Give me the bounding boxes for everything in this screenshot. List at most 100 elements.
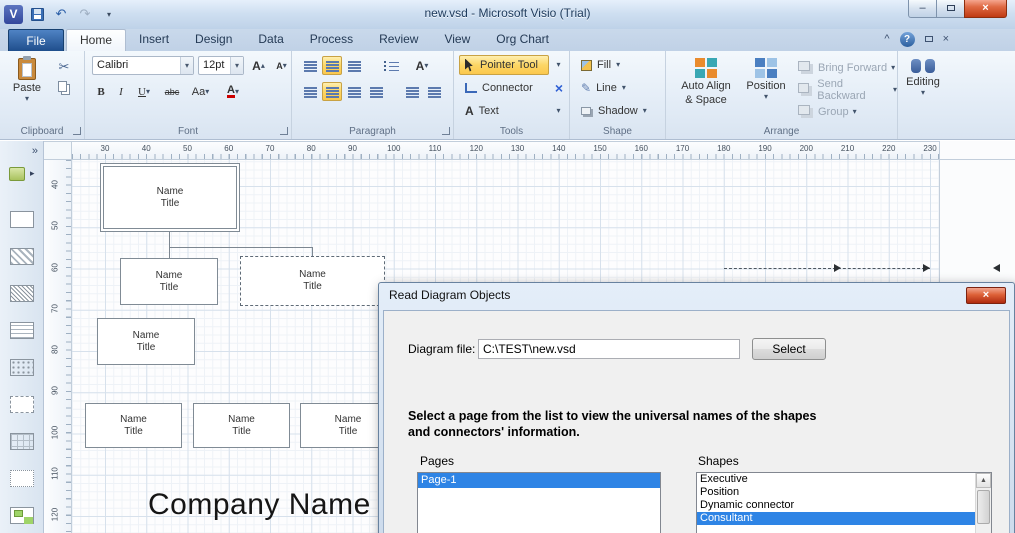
connector-tool-button[interactable]: Connector xyxy=(459,78,549,98)
shadow-button[interactable]: Shadow ▾ xyxy=(575,101,661,121)
doc-restore-button[interactable] xyxy=(924,31,933,47)
text-tool-button[interactable]: A Text xyxy=(459,101,549,121)
select-button[interactable]: Select xyxy=(752,338,826,360)
stencil-master-icon[interactable] xyxy=(9,396,34,413)
dynamic-connector-selected[interactable] xyxy=(724,268,930,269)
shrink-font-button[interactable]: A ▾ xyxy=(271,56,292,75)
dialog-launcher-icon[interactable] xyxy=(442,127,450,135)
align-right-icon xyxy=(347,86,361,97)
font-size-select[interactable]: 12pt ▾ xyxy=(198,56,244,75)
dialog-launcher-icon[interactable] xyxy=(280,127,288,135)
stencil-master-icon[interactable] xyxy=(9,285,34,302)
text-tool-dropdown[interactable]: ▾ xyxy=(551,101,566,121)
text-direction-button[interactable]: A ▾ xyxy=(410,56,434,75)
stencil-master-icon[interactable] xyxy=(9,433,34,450)
connection-point-tool-button[interactable]: × xyxy=(551,78,567,98)
align-right-button[interactable] xyxy=(344,82,364,101)
shapes-list-item[interactable]: Dynamic connector xyxy=(697,499,975,512)
pointer-tool-button[interactable]: Pointer Tool xyxy=(459,55,549,75)
decrease-indent-button[interactable] xyxy=(402,82,422,101)
dialog-launcher-icon[interactable] xyxy=(73,127,81,135)
stencil-master-icon[interactable] xyxy=(9,248,34,265)
tab-process[interactable]: Process xyxy=(297,29,366,51)
org-chart-shape-double[interactable]: Name Title xyxy=(100,163,240,232)
close-button[interactable]: × xyxy=(964,0,1007,18)
shapes-listbox[interactable]: Executive Position Dynamic connector Consul… xyxy=(696,472,992,533)
font-color-button[interactable]: A ▾ xyxy=(219,82,247,101)
line-button[interactable]: ✎ Line ▾ xyxy=(575,78,653,98)
strikethrough-button[interactable]: abc xyxy=(160,82,184,101)
align-center-button[interactable] xyxy=(322,82,342,101)
pages-list-item[interactable]: Page-1 xyxy=(418,473,660,488)
restore-button[interactable] xyxy=(936,0,965,18)
bullets-button[interactable] xyxy=(380,56,402,75)
align-top-button[interactable] xyxy=(300,56,320,75)
scroll-up-icon[interactable]: ▲ xyxy=(976,473,991,488)
stencil-master-icon[interactable] xyxy=(9,359,34,376)
shapes-list-item[interactable]: Consultant xyxy=(697,512,975,525)
chevron-down-icon: ▾ xyxy=(892,84,897,94)
align-left-button[interactable] xyxy=(300,82,320,101)
tab-file[interactable]: File xyxy=(8,29,64,51)
italic-button[interactable]: I xyxy=(112,82,130,101)
v-ruler[interactable]: 40 50 60 70 80 90 100 110 120 xyxy=(44,160,72,533)
stencil-master-icon[interactable] xyxy=(9,211,34,228)
org-chart-shape-solid[interactable]: Name Title xyxy=(85,403,182,448)
org-chart-shape-solid[interactable]: Name Title xyxy=(193,403,290,448)
shapes-scrollbar[interactable]: ▲ xyxy=(975,473,991,533)
paste-button[interactable]: Paste ▾ xyxy=(5,54,49,120)
font-family-select[interactable]: Calibri ▾ xyxy=(92,56,194,75)
org-chart-shape-solid[interactable]: Name Title xyxy=(97,318,195,365)
fill-button[interactable]: Fill ▾ xyxy=(575,55,653,75)
justify-button[interactable] xyxy=(366,82,386,101)
align-middle-button[interactable] xyxy=(322,56,342,75)
expand-shapes-panel-button[interactable]: » xyxy=(32,145,38,157)
stencil-master-icon[interactable] xyxy=(9,507,34,524)
scrollbar-thumb[interactable] xyxy=(977,490,990,524)
cut-button[interactable]: ✂ xyxy=(54,57,74,76)
position-button[interactable]: Position ▾ xyxy=(740,54,792,122)
change-case-button[interactable]: Aa ▾ xyxy=(187,82,214,101)
tab-data[interactable]: Data xyxy=(245,29,296,51)
tab-home[interactable]: Home xyxy=(66,29,127,51)
group-label-text: Group xyxy=(818,105,849,118)
editing-button[interactable]: Editing ▾ xyxy=(902,55,944,125)
tab-review[interactable]: Review xyxy=(366,29,431,51)
group-button[interactable]: Group ▾ xyxy=(798,102,857,121)
shapes-list-item[interactable]: Position xyxy=(697,486,975,499)
grow-font-button[interactable]: A ▴ xyxy=(248,56,269,75)
shapes-list-item[interactable]: Executive xyxy=(697,473,975,486)
org-chart-shape-dashed[interactable]: Name Title xyxy=(240,256,385,306)
collapse-ribbon-button[interactable]: ^ xyxy=(884,31,889,47)
help-button[interactable]: ? xyxy=(899,31,915,47)
fill-label: Fill xyxy=(597,59,612,71)
tab-insert[interactable]: Insert xyxy=(126,29,182,51)
h-ruler[interactable]: 30 40 50 60 70 80 90 100 110 120 130 140 150 160 170 18… xyxy=(72,141,940,160)
chevron-down-icon: ▾ xyxy=(852,106,857,116)
stencil-master-icon[interactable] xyxy=(9,322,34,339)
shapes-window-icon[interactable] xyxy=(9,167,25,181)
pages-listbox[interactable]: Page-1 xyxy=(417,472,661,533)
tab-view[interactable]: View xyxy=(431,29,483,51)
auto-align-space-button[interactable]: Auto Align & Space xyxy=(674,54,738,122)
h-ruler-end xyxy=(940,141,1015,160)
tab-org-chart[interactable]: Org Chart xyxy=(483,29,562,51)
minimize-button[interactable]: – xyxy=(908,0,937,18)
tab-design[interactable]: Design xyxy=(182,29,245,51)
underline-button[interactable]: U ▾ xyxy=(132,82,156,101)
ruler-number: 100 xyxy=(387,144,401,153)
pointer-tool-dropdown[interactable]: ▾ xyxy=(551,55,566,75)
org-chart-shape-solid[interactable]: Name Title xyxy=(120,258,218,305)
doc-close-button[interactable]: × xyxy=(943,31,949,47)
align-bottom-button[interactable] xyxy=(344,56,364,75)
stencil-master-icon[interactable] xyxy=(9,470,34,487)
bring-forward-button[interactable]: Bring Forward ▾ xyxy=(798,58,895,77)
dialog-close-button[interactable]: × xyxy=(966,287,1006,304)
increase-indent-button[interactable] xyxy=(424,82,444,101)
bold-button[interactable]: B xyxy=(92,82,110,101)
company-name-text[interactable]: Company Name xyxy=(148,488,371,522)
copy-button[interactable] xyxy=(54,78,74,97)
send-backward-button[interactable]: Send Backward ▾ xyxy=(798,78,897,102)
group-editing: Editing ▾ xyxy=(898,51,947,139)
diagram-file-input[interactable]: C:\TEST\new.vsd xyxy=(478,339,740,359)
